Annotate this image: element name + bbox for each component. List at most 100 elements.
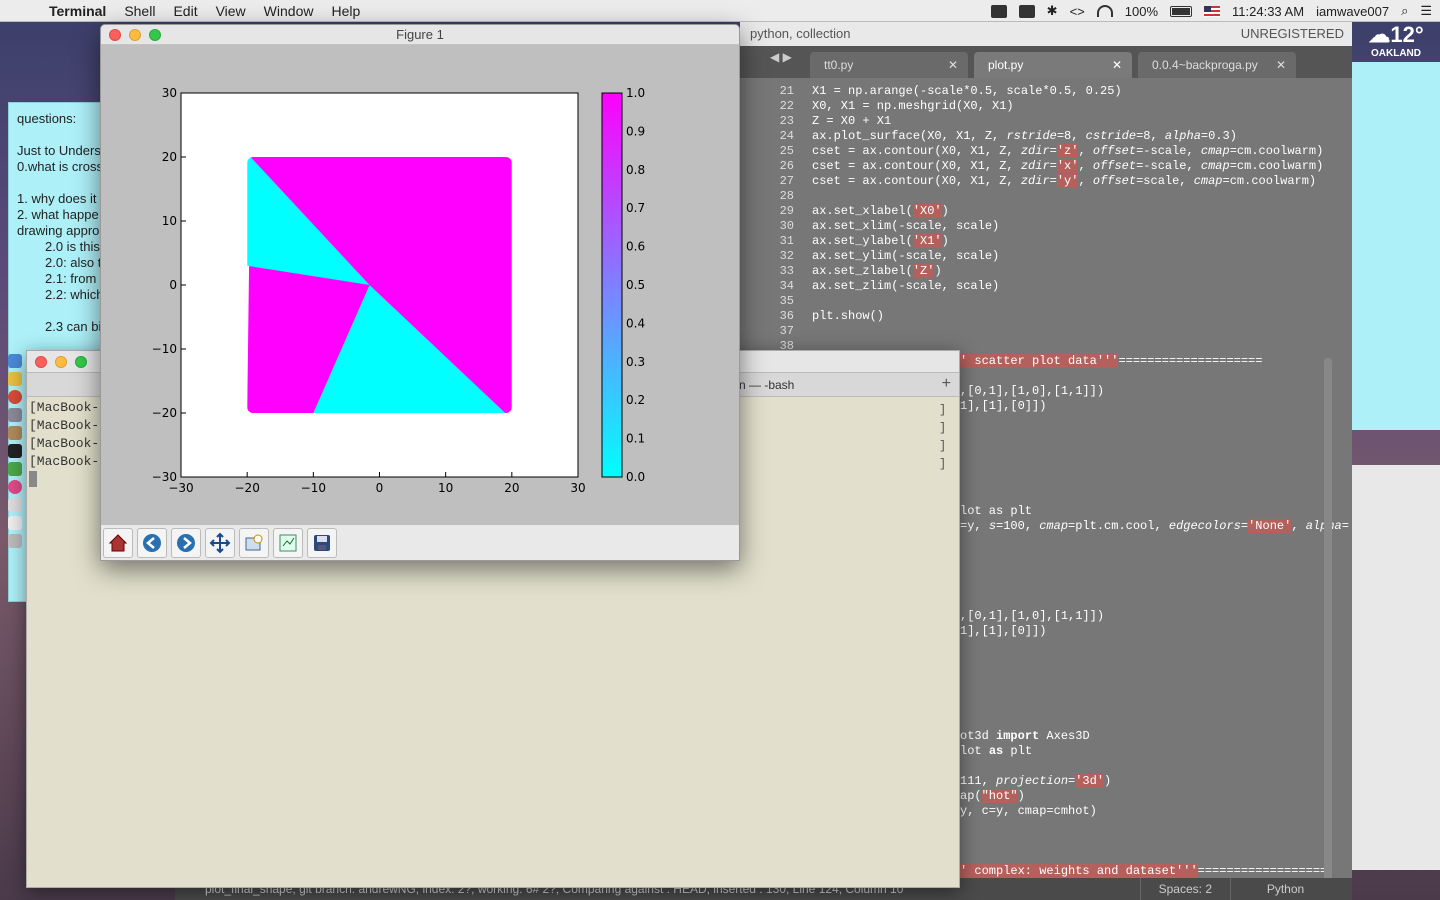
pan-icon[interactable] [205, 528, 235, 558]
chrome-icon[interactable] [8, 390, 22, 404]
line-number: 30 [779, 219, 794, 233]
indent-setting[interactable]: Spaces: 2 [1139, 878, 1230, 900]
notification-center-icon[interactable]: ☰ [1420, 3, 1432, 19]
line-number: 26 [779, 159, 794, 173]
menu-app-terminal[interactable]: Terminal [40, 3, 115, 19]
close-icon[interactable]: ✕ [948, 52, 958, 78]
bluetooth-icon[interactable]: ✱ [1047, 3, 1058, 19]
forward-icon[interactable] [171, 528, 201, 558]
figure-titlebar[interactable]: Figure 1 [101, 25, 739, 45]
close-button[interactable] [35, 356, 47, 368]
note-line: 2. what happe [17, 207, 99, 222]
zoom-button[interactable] [149, 29, 161, 41]
colorbar-tick-label: 0.7 [626, 201, 645, 215]
document-icon[interactable] [8, 498, 22, 512]
x-tick-label: 10 [438, 481, 453, 495]
tab-backproga[interactable]: 0.0.4~backproga.py ✕ [1138, 52, 1296, 78]
spotlight-search-icon[interactable]: ⌕ [1401, 3, 1408, 19]
line-number: 28 [779, 189, 794, 203]
close-button[interactable] [109, 29, 121, 41]
subplots-icon[interactable] [273, 528, 303, 558]
zoom-button[interactable] [75, 356, 87, 368]
code-line: Z = X0 + X1 [812, 114, 892, 128]
tab-label: plot.py [988, 58, 1024, 72]
close-icon[interactable]: ✕ [1112, 52, 1122, 78]
app-status-icon[interactable] [990, 4, 1007, 18]
trash-icon[interactable] [8, 534, 22, 548]
tab-plot[interactable]: plot.py ✕ [974, 52, 1132, 78]
colorbar-tick-label: 0.1 [626, 432, 645, 446]
note-line: 2.2: which [45, 287, 104, 302]
terminal-output[interactable]: [MacBook- [MacBook- [MacBook- [MacBook- [29, 399, 99, 493]
home-icon[interactable] [103, 528, 133, 558]
x-tick-label: 30 [570, 481, 585, 495]
launchpad-icon[interactable] [8, 408, 22, 422]
colorbar-tick-label: 0.5 [626, 278, 645, 292]
menu-shell[interactable]: Shell [115, 3, 164, 19]
plot-canvas[interactable]: −30 −20 −10 0 10 20 30 3020100−10−20−30 1.00.9… [101, 45, 740, 525]
matplotlib-figure-window[interactable]: Figure 1 −30 −20 −10 0 10 20 30 30 20 10 0 −10 −20−… [100, 24, 740, 561]
menu-view[interactable]: View [207, 3, 255, 19]
downloads-icon[interactable] [8, 516, 22, 530]
line-number: 34 [779, 279, 794, 293]
minimize-button[interactable] [55, 356, 67, 368]
note-line [17, 175, 99, 191]
prompt-line: [MacBook- [29, 400, 100, 415]
figure-title: Figure 1 [396, 27, 444, 42]
tab-nav-arrows[interactable]: ◀ ▶ [770, 50, 792, 64]
note-line: 2.0: also t [45, 255, 102, 270]
menu-help[interactable]: Help [322, 3, 369, 19]
itunes-icon[interactable] [8, 480, 22, 494]
new-tab-icon[interactable]: + [942, 375, 951, 393]
clock[interactable]: 11:24:33 AM [1232, 4, 1304, 19]
terminal-tab-title[interactable]: n — -bash [739, 378, 794, 392]
close-icon[interactable]: ✕ [1276, 52, 1286, 78]
line-number: 25 [779, 144, 794, 158]
syntax-language[interactable]: Python [1230, 878, 1340, 900]
weather-widget: ☁12° OAKLAND [1352, 22, 1440, 62]
code-line: cset = ax.contour(X0, X1, Z, zdir='x', o… [812, 159, 1324, 173]
notes-app-icon[interactable] [8, 372, 22, 386]
code-line: ax.set_xlim(-scale, scale) [812, 219, 1000, 233]
zoom-icon[interactable] [239, 528, 269, 558]
menu-edit[interactable]: Edit [164, 3, 206, 19]
note-line: questions: [17, 111, 77, 126]
minimize-button[interactable] [129, 29, 141, 41]
note-line: 1. why does it [17, 191, 97, 206]
wifi-icon[interactable] [1096, 5, 1113, 17]
colorbar-tick-label: 0.4 [626, 316, 645, 330]
user-name[interactable]: iamwave007 [1316, 4, 1389, 19]
input-source-flag-icon[interactable] [1204, 5, 1221, 17]
colorbar-tick-label: 0.2 [626, 393, 645, 407]
terminal-right-edge: ]]]] [939, 403, 947, 471]
app-icon[interactable] [8, 426, 22, 440]
line-number: 24 [779, 129, 794, 143]
code-line: X0, X1 = np.meshgrid(X0, X1) [812, 99, 1014, 113]
code-icon[interactable]: <> [1070, 4, 1085, 19]
note-line: Just to Unders [17, 143, 101, 158]
menu-window[interactable]: Window [255, 3, 323, 19]
save-icon[interactable] [307, 528, 337, 558]
figure-toolbar [101, 525, 739, 560]
editor-scrollbar[interactable] [1324, 358, 1332, 900]
y-tick-label: −20 [152, 406, 177, 420]
line-number: 33 [779, 264, 794, 278]
battery-icon[interactable] [1170, 5, 1193, 17]
code-line: cset = ax.contour(X0, X1, Z, zdir='z', o… [812, 144, 1324, 158]
code-line: ax.set_ylim(-scale, scale) [812, 249, 1000, 263]
background-window-panel [1350, 465, 1440, 870]
colorbar-tick-label: 0.9 [626, 124, 645, 138]
finder-icon[interactable] [8, 354, 22, 368]
tab-tt0[interactable]: tt0.py ✕ [810, 52, 968, 78]
tab-label: tt0.py [824, 58, 854, 72]
code-line: ax.plot_surface(X0, X1, Z, rstride=8, cs… [812, 129, 1237, 143]
cloud-icon: ☁ [1368, 22, 1391, 47]
evernote-icon[interactable] [8, 462, 22, 476]
tab-label: 0.0.4~backproga.py [1152, 58, 1258, 72]
note-line [17, 127, 99, 143]
back-icon[interactable] [137, 528, 167, 558]
y-tick-label: 30 [162, 86, 177, 100]
terminal-icon[interactable] [8, 444, 22, 458]
code-line: cset = ax.contour(X0, X1, Z, zdir='y', o… [812, 174, 1317, 188]
evernote-status-icon[interactable] [1018, 4, 1035, 18]
